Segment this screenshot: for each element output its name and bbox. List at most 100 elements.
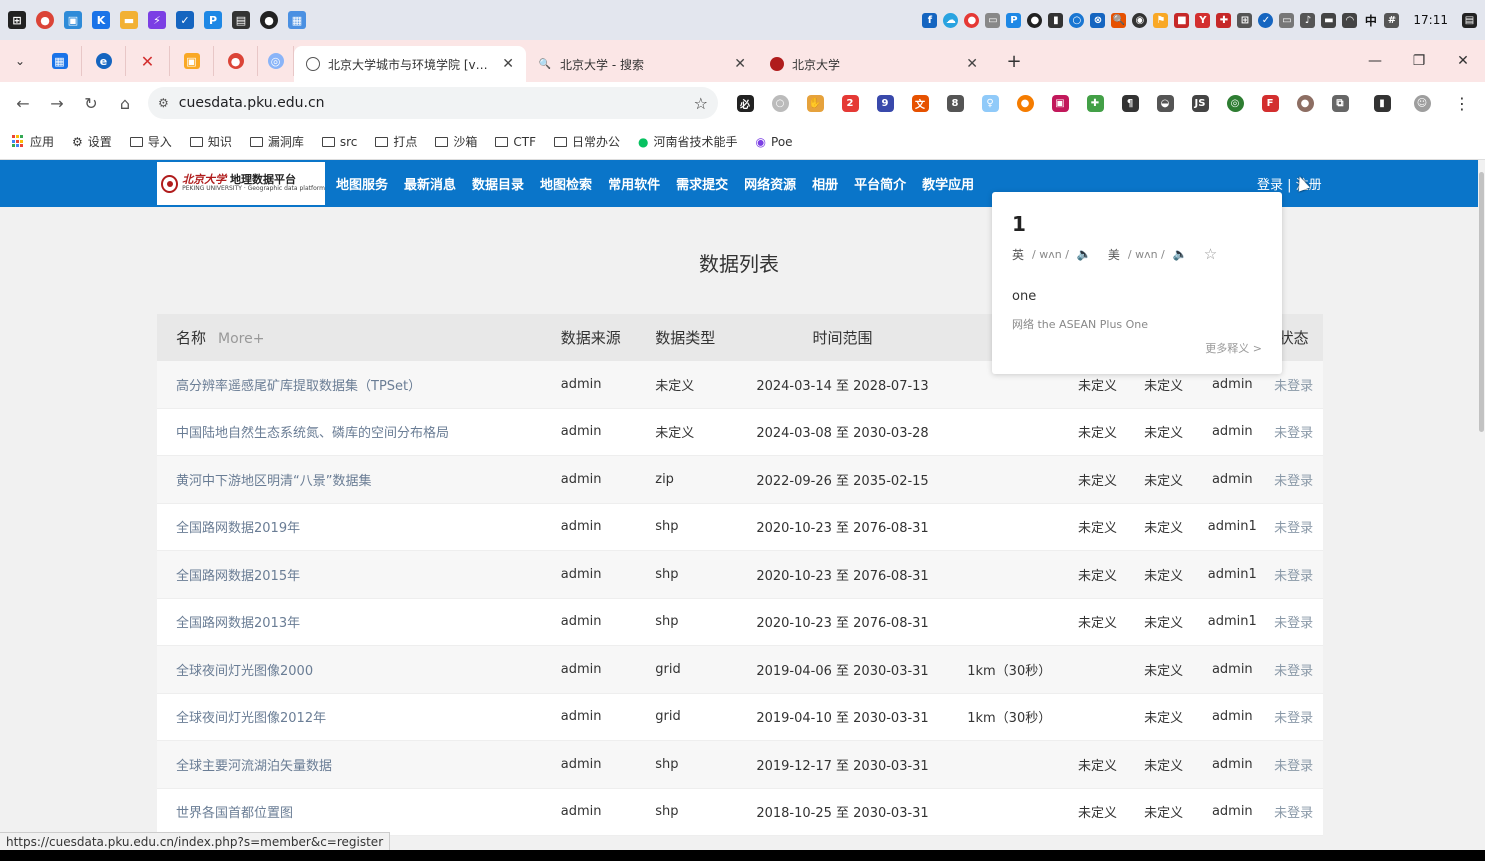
close-tab-icon[interactable]: ✕	[502, 56, 514, 72]
chrome-taskbar-icon[interactable]: ●	[36, 11, 54, 29]
app-taskbar-icon[interactable]: ▣	[64, 11, 82, 29]
battery-icon[interactable]: ▬	[1321, 12, 1337, 28]
extension-icon[interactable]: ✋	[802, 90, 828, 116]
bookmark-folder[interactable]: src	[321, 135, 357, 149]
address-bar[interactable]: ⚙ cuesdata.pku.edu.cn ☆	[148, 87, 718, 119]
row-name-link[interactable]: 全球夜间灯光图像2012年	[157, 707, 542, 726]
ime-mode-icon[interactable]: #	[1384, 12, 1400, 28]
bookmark-apps[interactable]: 应用	[12, 133, 54, 150]
tray-app-icon[interactable]: ●	[1027, 12, 1043, 28]
menu-map-service[interactable]: 地图服务	[336, 174, 388, 193]
extension-icon[interactable]: 文	[907, 90, 933, 116]
tray-app-icon[interactable]: Y	[1195, 12, 1211, 28]
app-taskbar-icon[interactable]: ✓	[176, 11, 194, 29]
row-name-link[interactable]: 全球夜间灯光图像2000	[157, 660, 542, 679]
tab-search[interactable]: 🔍 北京大学 - 搜索 ✕	[526, 46, 758, 82]
table-row[interactable]: 全国路网数据2013年 admin shp 2020-10-23 至 2076-08-…	[157, 598, 1323, 646]
pinned-tab[interactable]: ●	[214, 46, 258, 76]
profile-avatar[interactable]: ☺	[1409, 90, 1435, 116]
tab-search-chevron-icon[interactable]: ⌄	[8, 49, 32, 73]
menu-software[interactable]: 常用软件	[608, 174, 660, 193]
more-link[interactable]: More+	[218, 331, 264, 347]
pinned-tab[interactable]: ▣	[170, 46, 214, 76]
system-clock[interactable]: 17:11	[1413, 13, 1448, 27]
popup-more-link[interactable]: 更多释义 >	[1205, 340, 1262, 356]
menu-about[interactable]: 平台简介	[854, 174, 906, 193]
row-name-link[interactable]: 中国陆地自然生态系统氮、磷库的空间分布格局	[157, 422, 542, 441]
row-status[interactable]: 未登录	[1264, 422, 1323, 441]
close-window-icon[interactable]: ✕	[1441, 53, 1485, 69]
table-row[interactable]: 全球主要河流湖泊矢量数据 admin shp 2019-12-17 至 2030-03…	[157, 741, 1323, 789]
tray-app-icon[interactable]: ✓	[1258, 12, 1274, 28]
restore-icon[interactable]: ❐	[1397, 53, 1441, 69]
forward-button[interactable]: →	[40, 88, 74, 118]
close-tab-icon[interactable]: ✕	[966, 56, 978, 72]
bookmark-folder[interactable]: 沙箱	[435, 133, 477, 150]
extension-icon[interactable]: 必	[732, 90, 758, 116]
row-status[interactable]: 未登录	[1264, 470, 1323, 489]
row-status[interactable]: 未登录	[1264, 802, 1323, 821]
minimize-icon[interactable]: —	[1353, 53, 1397, 69]
microphone-icon[interactable]: ▮	[1048, 12, 1064, 28]
bookmark-henan[interactable]: ● 河南省技术能手	[638, 133, 738, 150]
star-icon[interactable]: ☆	[1204, 245, 1217, 263]
bookmark-folder[interactable]: 打点	[375, 133, 417, 150]
menu-album[interactable]: 相册	[812, 174, 838, 193]
scrollbar-thumb[interactable]	[1479, 172, 1484, 432]
wifi-icon[interactable]: ◠	[1342, 12, 1358, 28]
ime-indicator[interactable]: 中	[1363, 13, 1378, 28]
tray-app-icon[interactable]: ⚑	[1153, 12, 1169, 28]
site-info-icon[interactable]: ⚙	[158, 96, 169, 110]
tray-app-icon[interactable]: ⊗	[1090, 12, 1106, 28]
table-row[interactable]: 世界各国首都位置图 admin shp 2018-10-25 至 2030-03-31…	[157, 788, 1323, 836]
extension-icon[interactable]: JS	[1187, 90, 1213, 116]
bookmark-settings[interactable]: ⚙ 设置	[72, 133, 112, 150]
folder-taskbar-icon[interactable]: ▬	[120, 11, 138, 29]
row-name-link[interactable]: 世界各国首都位置图	[157, 802, 542, 821]
extension-icon[interactable]: 9	[872, 90, 898, 116]
menu-web-resources[interactable]: 网络资源	[744, 174, 796, 193]
row-name-link[interactable]: 高分辨率遥感尾矿库提取数据集（TPSet）	[157, 375, 542, 394]
pinned-tab[interactable]: ✕	[126, 46, 170, 76]
bookmark-folder[interactable]: CTF	[495, 135, 536, 149]
tray-app-icon[interactable]: 🔍	[1111, 12, 1127, 28]
windows-start-icon[interactable]: ⊞	[8, 11, 26, 29]
tray-app-icon[interactable]: ▭	[1279, 12, 1295, 28]
tray-app-icon[interactable]: f	[922, 12, 938, 28]
extension-icon[interactable]: 8	[942, 90, 968, 116]
extensions-puzzle-icon[interactable]: ⧉	[1327, 90, 1353, 116]
extension-icon[interactable]: ♀	[977, 90, 1003, 116]
app-taskbar-icon[interactable]: P	[204, 11, 222, 29]
bookmark-folder[interactable]: 日常办公	[554, 133, 620, 150]
back-button[interactable]: ←	[6, 88, 40, 118]
table-row[interactable]: 中国陆地自然生态系统氮、磷库的空间分布格局 admin 未定义 2024-03-08 …	[157, 408, 1323, 456]
extension-icon[interactable]: 2	[837, 90, 863, 116]
extension-icon[interactable]: ●	[1012, 90, 1038, 116]
speaker-icon[interactable]: 🔈	[1077, 247, 1092, 261]
pinned-tab[interactable]: ▦	[38, 46, 82, 76]
extension-icon[interactable]: ◎	[1222, 90, 1248, 116]
home-button[interactable]: ⌂	[108, 88, 142, 118]
row-name-link[interactable]: 全国路网数据2013年	[157, 612, 542, 631]
side-panel-icon[interactable]: ▮	[1369, 90, 1395, 116]
app-taskbar-icon[interactable]: ⚡	[148, 11, 166, 29]
app-taskbar-icon[interactable]: ▦	[288, 11, 306, 29]
close-tab-icon[interactable]: ✕	[734, 56, 746, 72]
row-name-link[interactable]: 全国路网数据2015年	[157, 565, 542, 584]
menu-map-search[interactable]: 地图检索	[540, 174, 592, 193]
new-tab-button[interactable]: +	[1000, 47, 1028, 75]
browser-menu-icon[interactable]: ⋮	[1449, 90, 1475, 116]
table-row[interactable]: 全国路网数据2019年 admin shp 2020-10-23 至 2076-08-…	[157, 503, 1323, 551]
tab-pku-cues[interactable]: 北京大学城市与环境学院 [v1.0 ✕	[294, 46, 526, 82]
bookmark-poe[interactable]: ◉ Poe	[756, 135, 793, 149]
url-text[interactable]: cuesdata.pku.edu.cn	[179, 95, 694, 111]
page-scrollbar[interactable]	[1478, 160, 1485, 850]
extension-icon[interactable]: ✚	[1082, 90, 1108, 116]
speaker-icon[interactable]: 🔈	[1173, 247, 1188, 261]
table-row[interactable]: 全球夜间灯光图像2012年 admin grid 2019-04-10 至 2030-…	[157, 693, 1323, 741]
row-name-link[interactable]: 全国路网数据2019年	[157, 517, 542, 536]
table-row[interactable]: 黄河中下游地区明清“八景”数据集 admin zip 2022-09-26 至 203…	[157, 456, 1323, 504]
menu-request[interactable]: 需求提交	[676, 174, 728, 193]
row-status[interactable]: 未登录	[1264, 660, 1323, 679]
row-status[interactable]: 未登录	[1264, 517, 1323, 536]
